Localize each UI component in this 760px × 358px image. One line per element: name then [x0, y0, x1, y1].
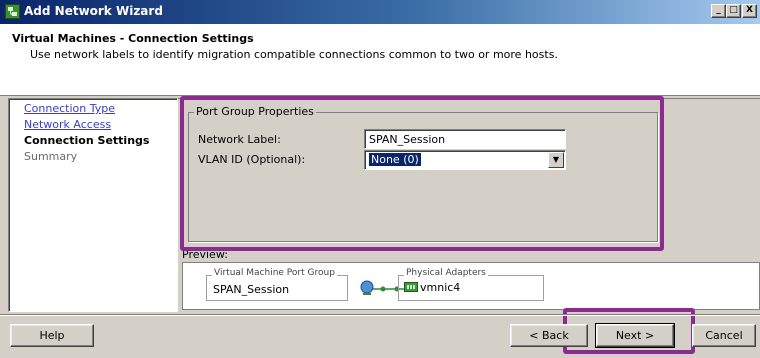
step-connection-settings: Connection Settings — [24, 134, 150, 147]
minimize-button[interactable]: _ — [711, 4, 726, 18]
page-subtitle: Use network labels to identify migration… — [30, 48, 558, 61]
step-network-access[interactable]: Network Access — [24, 118, 111, 131]
cancel-button[interactable]: Cancel — [692, 324, 756, 347]
network-adapter-icon — [404, 281, 418, 296]
vm-port-group-name: SPAN_Session — [213, 283, 290, 296]
adapter-name: vmnic4 — [420, 281, 461, 294]
maximize-button[interactable]: □ — [726, 4, 741, 18]
back-button[interactable]: < Back — [510, 324, 588, 347]
close-button[interactable]: X — [742, 4, 757, 18]
wizard-header: Virtual Machines - Connection Settings U… — [0, 24, 760, 96]
page-title: Virtual Machines - Connection Settings — [12, 32, 254, 45]
highlight-port-group-box — [180, 96, 664, 251]
physical-adapters-legend: Physical Adapters — [404, 268, 488, 278]
window-title: Add Network Wizard — [24, 4, 163, 18]
step-summary: Summary — [24, 150, 78, 163]
next-button[interactable]: Next > — [595, 323, 675, 348]
help-button[interactable]: Help — [10, 324, 94, 347]
bottom-separator — [0, 314, 760, 316]
vm-port-group-legend: Virtual Machine Port Group — [212, 268, 337, 278]
title-bar[interactable]: Add Network Wizard _ □ X — [0, 0, 760, 24]
network-wizard-icon — [5, 4, 20, 19]
step-connection-type[interactable]: Connection Type — [24, 102, 115, 115]
